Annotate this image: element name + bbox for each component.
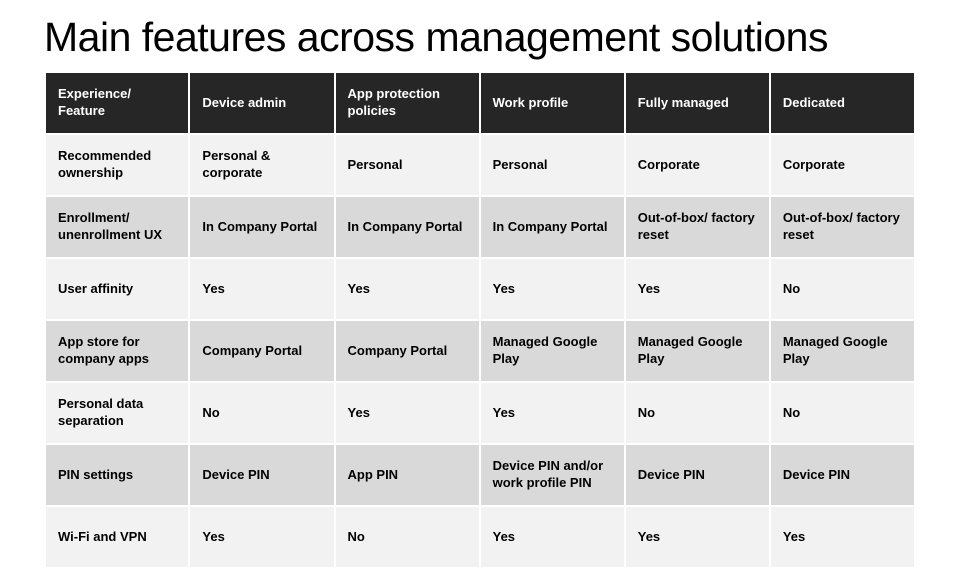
table-row: Recommended ownership Personal & corpora… — [45, 134, 915, 196]
cell: Device PIN — [770, 444, 915, 506]
row-header: PIN settings — [45, 444, 189, 506]
cell: In Company Portal — [335, 196, 480, 258]
cell: Device PIN — [189, 444, 334, 506]
cell: No — [625, 382, 770, 444]
row-header: Enrollment/ unenrollment UX — [45, 196, 189, 258]
cell: Managed Google Play — [625, 320, 770, 382]
col-header: Experience/ Feature — [45, 72, 189, 134]
cell: Corporate — [625, 134, 770, 196]
col-header: Device admin — [189, 72, 334, 134]
cell: In Company Portal — [189, 196, 334, 258]
table-row: User affinity Yes Yes Yes Yes No — [45, 258, 915, 320]
cell: Corporate — [770, 134, 915, 196]
cell: Device PIN — [625, 444, 770, 506]
cell: No — [770, 382, 915, 444]
cell: Yes — [480, 506, 625, 568]
cell: Device PIN and/or work profile PIN — [480, 444, 625, 506]
cell: Yes — [480, 258, 625, 320]
col-header: Dedicated — [770, 72, 915, 134]
cell: No — [335, 506, 480, 568]
features-table: Experience/ Feature Device admin App pro… — [44, 71, 916, 569]
table-row: Wi-Fi and VPN Yes No Yes Yes Yes — [45, 506, 915, 568]
col-header: App protection policies — [335, 72, 480, 134]
cell: Managed Google Play — [770, 320, 915, 382]
table-header-row: Experience/ Feature Device admin App pro… — [45, 72, 915, 134]
row-header: Personal data separation — [45, 382, 189, 444]
cell: Yes — [189, 506, 334, 568]
cell: Yes — [335, 258, 480, 320]
cell: Personal — [335, 134, 480, 196]
cell: Yes — [335, 382, 480, 444]
cell: Personal & corporate — [189, 134, 334, 196]
cell: No — [770, 258, 915, 320]
cell: Out-of-box/ factory reset — [625, 196, 770, 258]
cell: Company Portal — [189, 320, 334, 382]
cell: Yes — [625, 258, 770, 320]
page-title: Main features across management solution… — [44, 14, 916, 61]
table-row: Enrollment/ unenrollment UX In Company P… — [45, 196, 915, 258]
table-row: PIN settings Device PIN App PIN Device P… — [45, 444, 915, 506]
cell: Yes — [189, 258, 334, 320]
table-row: App store for company apps Company Porta… — [45, 320, 915, 382]
row-header: Recommended ownership — [45, 134, 189, 196]
cell: Yes — [770, 506, 915, 568]
cell: App PIN — [335, 444, 480, 506]
cell: Managed Google Play — [480, 320, 625, 382]
cell: Yes — [625, 506, 770, 568]
row-header: App store for company apps — [45, 320, 189, 382]
row-header: User affinity — [45, 258, 189, 320]
col-header: Work profile — [480, 72, 625, 134]
cell: Company Portal — [335, 320, 480, 382]
cell: No — [189, 382, 334, 444]
cell: Personal — [480, 134, 625, 196]
col-header: Fully managed — [625, 72, 770, 134]
row-header: Wi-Fi and VPN — [45, 506, 189, 568]
cell: Out-of-box/ factory reset — [770, 196, 915, 258]
table-row: Personal data separation No Yes Yes No N… — [45, 382, 915, 444]
cell: Yes — [480, 382, 625, 444]
cell: In Company Portal — [480, 196, 625, 258]
